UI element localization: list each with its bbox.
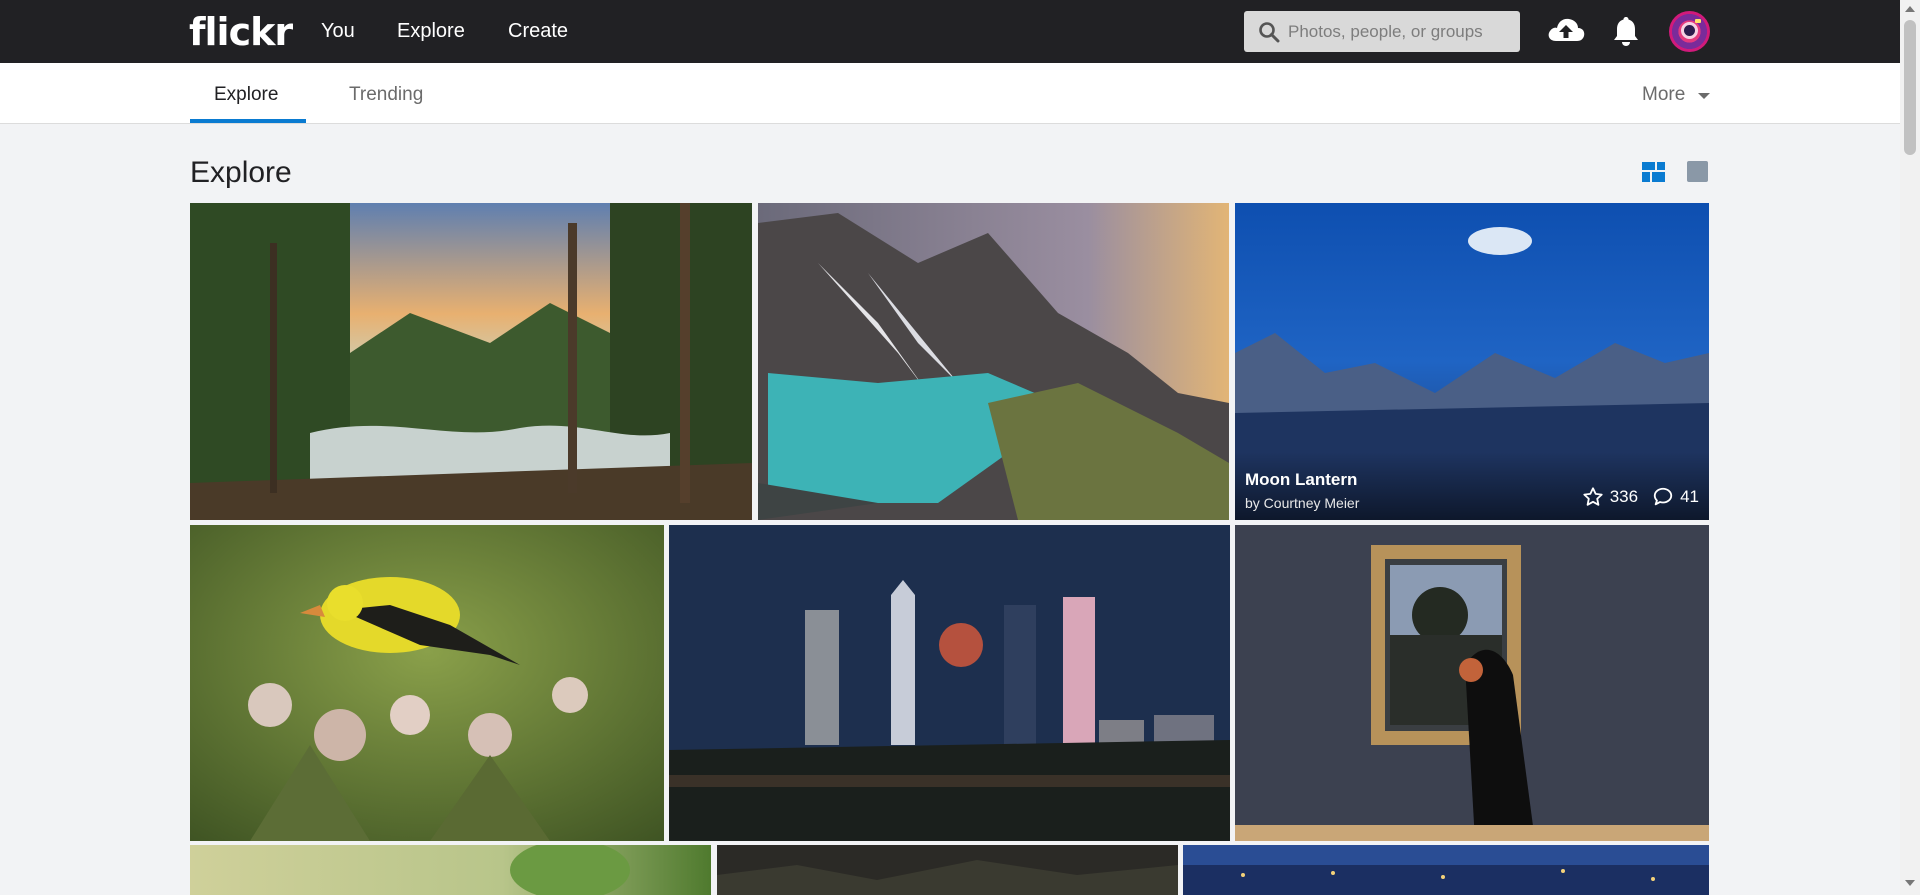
photo-caption: Moon Lantern by Courtney Meier 336 41 bbox=[1235, 452, 1709, 520]
user-avatar[interactable] bbox=[1669, 11, 1710, 52]
photo-image bbox=[1183, 845, 1709, 895]
top-navigation-bar: flickr You Explore Create bbox=[0, 0, 1900, 63]
tab-trending[interactable]: Trending bbox=[349, 84, 423, 106]
scroll-down-arrow-icon[interactable] bbox=[1905, 880, 1915, 886]
faves-count: 336 bbox=[1609, 487, 1639, 506]
photo-image bbox=[717, 845, 1178, 895]
photo-tile[interactable]: Moon Lantern by Courtney Meier 336 41 bbox=[1235, 203, 1709, 520]
grid-view-icon[interactable] bbox=[1642, 162, 1665, 182]
page-scrollbar[interactable] bbox=[1900, 0, 1920, 895]
photo-tile[interactable] bbox=[190, 845, 711, 895]
flickr-logo[interactable]: flickr bbox=[189, 10, 293, 54]
photo-stats: 336 41 bbox=[1582, 486, 1699, 508]
photo-image bbox=[190, 203, 752, 520]
photo-image bbox=[190, 845, 711, 895]
notifications-bell-icon[interactable] bbox=[1612, 15, 1640, 47]
comment-icon[interactable] bbox=[1652, 486, 1674, 508]
search-icon bbox=[1259, 22, 1280, 43]
search-input[interactable] bbox=[1288, 11, 1513, 52]
photo-tile[interactable] bbox=[190, 203, 752, 520]
search-box[interactable] bbox=[1244, 11, 1520, 52]
nav-you-link[interactable]: You bbox=[321, 20, 355, 43]
photo-image bbox=[1235, 525, 1709, 841]
explore-subnav: Explore Trending More bbox=[0, 63, 1900, 124]
upload-cloud-icon[interactable] bbox=[1546, 13, 1586, 47]
comments-count: 41 bbox=[1680, 487, 1699, 506]
active-tab-indicator bbox=[190, 119, 306, 123]
photo-tile[interactable] bbox=[1183, 845, 1709, 895]
page-title: Explore bbox=[190, 156, 292, 189]
tab-explore[interactable]: Explore bbox=[214, 84, 278, 106]
photo-tile[interactable] bbox=[1235, 525, 1709, 841]
nav-explore-link[interactable]: Explore bbox=[397, 20, 465, 43]
photo-image bbox=[190, 525, 664, 841]
photo-tile[interactable] bbox=[190, 525, 664, 841]
more-menu-button[interactable]: More bbox=[1642, 84, 1685, 106]
photo-tile[interactable] bbox=[717, 845, 1178, 895]
photo-image bbox=[669, 525, 1230, 841]
nav-create-link[interactable]: Create bbox=[508, 20, 568, 43]
photo-tile[interactable] bbox=[669, 525, 1230, 841]
photo-title[interactable]: Moon Lantern bbox=[1245, 470, 1357, 490]
photo-image bbox=[758, 203, 1229, 520]
photo-author[interactable]: by Courtney Meier bbox=[1245, 495, 1359, 511]
single-view-icon[interactable] bbox=[1687, 161, 1708, 182]
star-favorite-icon[interactable] bbox=[1582, 486, 1604, 508]
scroll-up-arrow-icon[interactable] bbox=[1905, 6, 1915, 12]
photo-tile[interactable] bbox=[758, 203, 1229, 520]
chevron-down-icon[interactable] bbox=[1698, 93, 1710, 99]
scrollbar-thumb[interactable] bbox=[1904, 20, 1916, 155]
